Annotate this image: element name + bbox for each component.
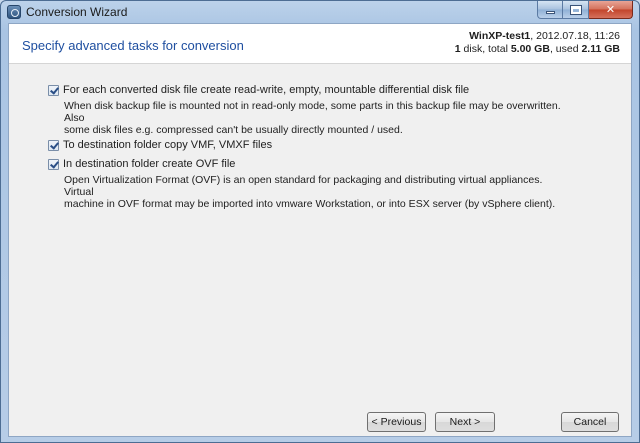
description-line: machine in OVF format may be imported in… — [64, 198, 556, 210]
disk-used: 2.11 GB — [581, 43, 620, 55]
host-info: WinXP-test1, 2012.07.18, 11:26 1 disk, t… — [455, 30, 620, 56]
host-name: WinXP-test1 — [469, 30, 531, 42]
create-ovf-description: Open Virtualization Format (OVF) is an o… — [64, 174, 574, 210]
next-button[interactable]: Next > — [435, 412, 495, 432]
description-line: When disk backup file is mounted not in … — [64, 100, 561, 124]
minimize-icon — [545, 11, 555, 14]
app-icon — [7, 5, 21, 19]
differential-disk-checkbox[interactable] — [48, 84, 59, 96]
disk-used-prefix: , used — [549, 43, 582, 55]
create-ovf-checkbox[interactable] — [48, 158, 59, 170]
close-button[interactable]: ✕ — [589, 1, 633, 19]
page-title: Specify advanced tasks for conversion — [22, 38, 244, 53]
option-differential-disk[interactable]: For each converted disk file create read… — [48, 84, 469, 96]
host-date: , 2012.07.18, 11:26 — [530, 30, 620, 42]
minimize-button[interactable] — [537, 1, 563, 19]
create-ovf-label: In destination folder create OVF file — [63, 158, 236, 170]
window-title: Conversion Wizard — [26, 5, 128, 19]
option-copy-vmf[interactable]: To destination folder copy VMF, VMXF fil… — [48, 139, 272, 151]
window-controls: ✕ — [537, 1, 633, 19]
disk-total: 5.00 GB — [510, 43, 550, 55]
title-bar[interactable]: Conversion Wizard ✕ — [1, 1, 639, 23]
differential-disk-description: When disk backup file is mounted not in … — [64, 100, 574, 136]
wizard-window: Conversion Wizard ✕ Specify advanced tas… — [0, 0, 640, 443]
wizard-header: Specify advanced tasks for conversion Wi… — [9, 24, 631, 64]
wizard-client-area: Specify advanced tasks for conversion Wi… — [8, 23, 632, 437]
copy-vmf-checkbox[interactable] — [48, 139, 59, 151]
description-line: Open Virtualization Format (OVF) is an o… — [64, 174, 543, 198]
differential-disk-label: For each converted disk file create read… — [63, 84, 470, 96]
disk-total-prefix: disk, total — [460, 43, 511, 55]
close-icon: ✕ — [605, 4, 616, 16]
cancel-button[interactable]: Cancel — [561, 412, 619, 432]
description-line: some disk files e.g. compressed can't be… — [64, 124, 403, 136]
previous-button[interactable]: < Previous — [367, 412, 426, 432]
copy-vmf-label: To destination folder copy VMF, VMXF fil… — [63, 139, 273, 151]
host-line: WinXP-test1, 2012.07.18, 11:26 — [455, 30, 620, 43]
option-create-ovf[interactable]: In destination folder create OVF file — [48, 158, 235, 170]
maximize-button[interactable] — [563, 1, 589, 19]
maximize-icon — [569, 4, 582, 15]
disk-line: 1 disk, total 5.00 GB, used 2.11 GB — [455, 43, 620, 56]
